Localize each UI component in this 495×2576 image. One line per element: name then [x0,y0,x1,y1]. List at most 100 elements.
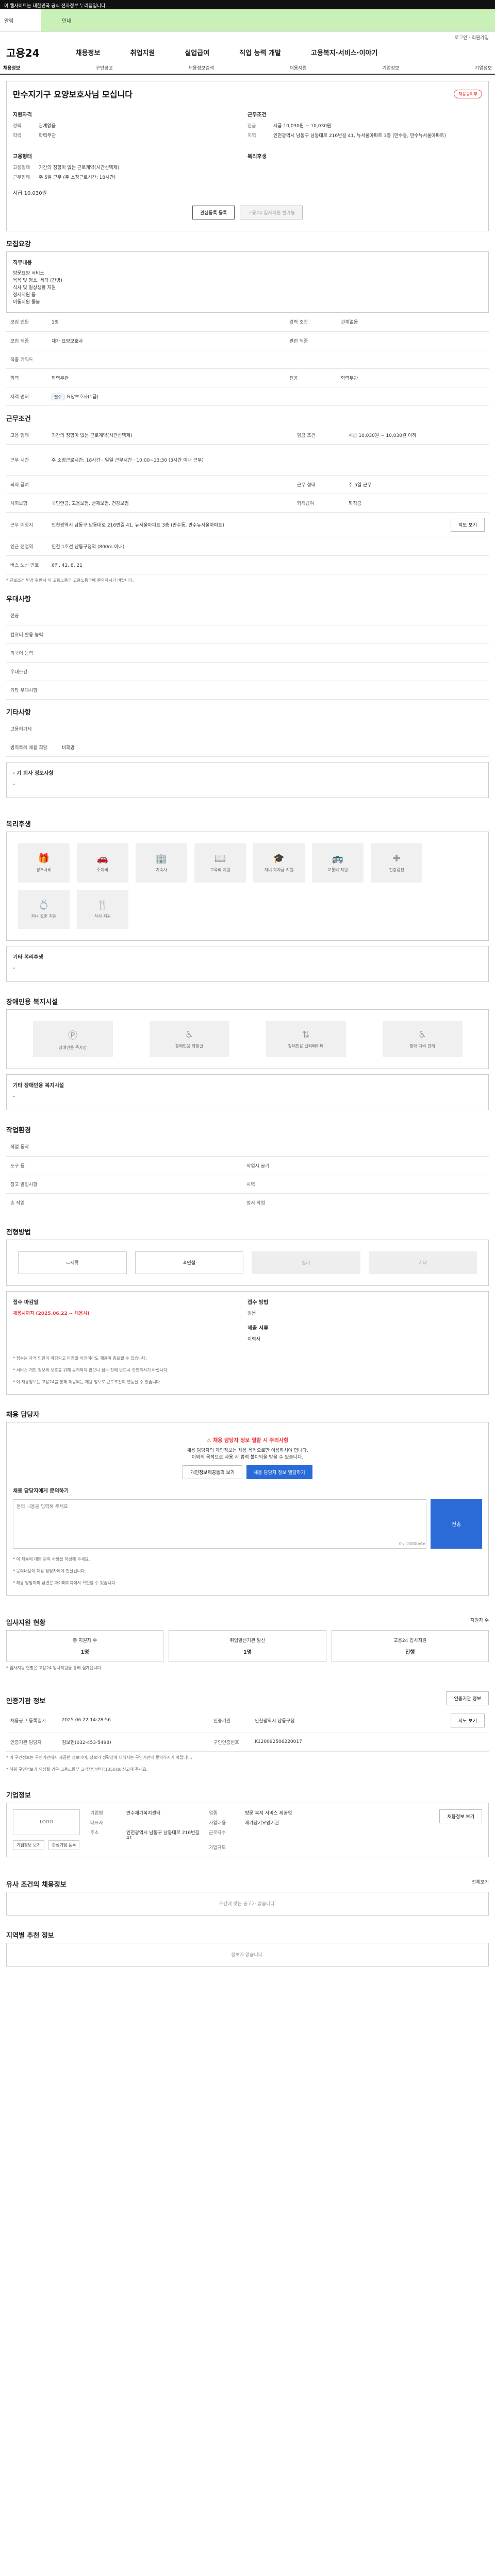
gnb-item-support[interactable]: 취업지원 [130,47,155,57]
similar-empty: 조건에 맞는 공고가 없습니다. [6,1891,489,1916]
region-empty: 정보가 없습니다. [6,1942,489,1967]
table-row: 근무 예정지 인천광역시 남동구 남동대로 216번길 41, 뉴서울아파트 3층… [6,512,489,537]
table-row: 도구 등 작업시 공기 [6,1156,489,1175]
manager-box: ⚠ 채용 담당자 정보 열람 시 주의사항 채용 담당자의 개인정보는 채용 목… [6,1421,489,1596]
table-cell: 시급 10,030원 ~ 10,030원 이하 [344,426,489,445]
condition-note: * 근로조건 변경 위반시 이 고용노동부 고용노동부에 문의하시기 바랍니다. [6,578,134,583]
table-header-cell: 채용공고 등록일시 [6,1708,58,1733]
table-header-cell: 경력 조건 [285,313,337,332]
company-interest-button[interactable]: 관심기업 등록 [48,1840,80,1850]
map-view-button[interactable]: 지도 보기 [451,518,485,532]
add-interest-button[interactable]: 관심등록 등록 [192,206,235,219]
subnav-item-1[interactable]: 구인공고 [96,64,113,71]
subnav-item-2[interactable]: 채용정보검색 [188,64,214,71]
welfare-item: 🏢 기숙사 [136,843,187,883]
table-header-cell: 인근 전철역 [6,537,47,556]
welfare-heading: 복리후생 [6,821,31,828]
process-tab-written[interactable]: 필기 [252,1251,360,1274]
env-table: 작업 동작 도구 등 작업시 공기 참고 알림사항 시력 손 작업 정서 작업 [6,1138,489,1212]
manager-note: * 이 채용에 대한 문의 사항을 작성해 주세요. [13,1556,90,1562]
table-cell: 국민연금, 고용보험, 산재보험, 건강보험 [47,494,293,513]
process-tab-label: 서류 [70,1261,79,1266]
table-cell: 주 5일 근무 [344,475,489,494]
emp-type-value: 기간의 정함이 없는 근로계약(시간선택제) [39,165,120,171]
company-jobs-button[interactable]: 채용정보 보기 [439,1809,482,1823]
prefer-heading: 우대사항 [6,596,31,603]
table-cell: 인천광역시 남동구 남동대로 216번길 41, 뉴서울아파트 3층 (만수동,… [47,512,344,537]
job-description-line: 방문요양 서비스 [13,271,44,276]
disability-item-label: 장애 대비 관계 [409,1044,435,1048]
gnb-item-welfare[interactable]: 고용복지·서비스·이야기 [311,47,377,57]
subnav-item-0[interactable]: 채용정보 [3,64,20,71]
welfare-item-label: 자녀 학자금 지원 [264,868,294,872]
qualification-block: 지원자격 경력 관계없음 학력 학력무관 [13,110,248,142]
site-logo[interactable]: 고용24 [6,45,40,60]
cert-note: * 이 구인정보는 구인기관에서 제공한 정보이며, 정보의 정확성에 대해서는… [6,1755,192,1760]
welfare-item-label: 식사 지원 [94,914,111,919]
table-cell: 필수 요양보호사(1급) [47,387,489,406]
gov-banner-text: 이 웹사이트는 대한민국 공식 전자정부 누리집입니다. [4,4,107,9]
subnav-item-4[interactable]: 기업정보 [382,64,399,71]
health-icon: ✚ [392,853,401,864]
table-header-cell: 인증기관 담당자 [6,1733,58,1752]
gnb-item-benefits[interactable]: 실업급여 [185,47,209,57]
process-tab-other[interactable]: 기타 [368,1251,477,1274]
alert-green-text: 안내 [62,19,72,24]
restroom-icon: ♿ [185,1029,194,1040]
manager-alert-line: 채용 담당자의 개인정보는 채용 목적으로만 이용하셔야 합니다. [187,1448,308,1453]
cert-info-button[interactable]: 인증기관 정보 [446,1691,489,1705]
similar-view-all-link[interactable]: 전체보기 [472,1878,489,1885]
job-description-line: 정서지원 등 [13,293,36,298]
disability-box: Ⓟ 장애인용 주차장 ♿ 장애인용 화장실 ⇅ 장애인용 엘리베이터 ♿ 장애 대비 관… [6,1009,489,1069]
table-row: 우대조건 [6,662,489,681]
condition-table: 고용 형태 기간의 정함이 없는 근로계약(시간선택제) 임금 조건 시급 10,0… [6,426,489,574]
apply-disabled-button[interactable]: 고용24 입사지원 불가능 [240,206,303,219]
table-header-cell: 버스 노선 번호 [6,555,47,574]
cert-map-button[interactable]: 지도 보기 [451,1713,485,1727]
subnav-item-3[interactable]: 채용지원 [290,64,307,71]
table-header-cell: 모집 직종 [6,331,47,350]
company-info-button[interactable]: 기업정보 보기 [13,1840,44,1850]
gnb-item-training[interactable]: 직업 능력 개발 [239,47,281,57]
wage-value: 시급 10,030원 ~ 10,030원 [273,124,332,129]
welfare-other-box: 기타 복리후생 - [6,946,489,982]
gov-banner: 이 웹사이트는 대한민국 공식 전자정부 누리집입니다. [0,0,495,9]
status-note: * 입사지원 현황은 고용24 입사지원을 통해 집계됩니다. [6,1665,103,1670]
process-tab-interview[interactable]: ♙ 면접 [135,1251,243,1274]
utility-text[interactable]: 로그인 · 회원가입 [454,36,489,41]
wheelchair-icon: ♿ [418,1029,427,1040]
alert-green-banner[interactable]: 안내 [41,9,495,31]
privacy-consent-button[interactable]: 개인정보제공동의 보기 [183,1465,242,1479]
table-header-cell: 작업 동작 [6,1138,47,1157]
table-header-cell: 병역특례 채용 희망 [6,738,58,757]
job-summary-card: 만수지기구 요양보호사님 모십니다 채용중여부 지원자격 경력 관계없음 학력 학력… [6,81,489,231]
welfare-item: 🎁 경조사비 [18,843,70,883]
view-manager-button[interactable]: 채용 담당자 정보 열람하기 [246,1465,312,1479]
status-card: 취업알선기관 알선 1명 [169,1630,326,1662]
process-tab-label: 면접 [187,1261,196,1266]
applicant-count-link[interactable]: 지원자 수 [470,1617,489,1623]
book-icon: 📖 [214,853,226,864]
region-label: 지역 [248,133,256,139]
table-cell: 학력무관 [47,368,286,387]
table-header-cell: 참고 알림사항 [6,1175,47,1194]
welfare-item: 🎓 자녀 학자금 지원 [253,843,305,883]
table-header-cell: 모집 인원 [6,313,47,332]
welfare-item-label: 기숙사 [155,868,168,872]
process-tab-document[interactable]: ▭ 서류 [18,1251,127,1274]
inquiry-textarea[interactable] [13,1499,426,1549]
company-logo: LOGO [13,1809,80,1835]
table-row: 고용허가제 [6,719,489,738]
table-cell [47,1138,489,1157]
table-header-cell: 기타 우대사항 [6,681,47,700]
table-cell: 지도 보기 [377,1708,489,1733]
table-header-cell: 인증기관 [209,1708,251,1733]
utility-links[interactable]: 로그인 · 회원가입 [0,32,495,43]
env-heading: 작업환경 [6,1127,31,1134]
subnav-item-5[interactable]: 기업정보 [475,64,492,71]
welfare-other-heading: 기타 복리후생 [13,955,43,960]
send-button[interactable]: 전송 [431,1499,482,1549]
table-header-cell: 근무 시간 [6,444,47,476]
gnb-item-jobs[interactable]: 채용정보 [76,47,101,57]
table-cell [294,1175,489,1194]
